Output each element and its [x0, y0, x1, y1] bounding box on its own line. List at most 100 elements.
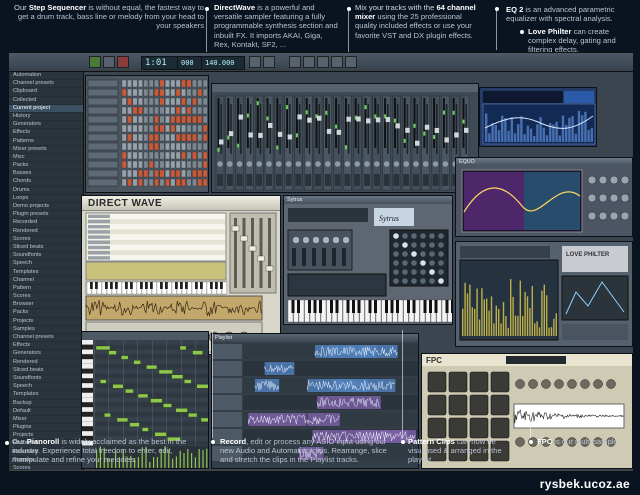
step-sequencer-grid[interactable] — [86, 76, 209, 193]
browser-item[interactable]: Effects — [9, 342, 83, 351]
browser-item[interactable]: Channel presets — [9, 80, 83, 89]
browser-item[interactable]: Channel presets — [9, 334, 83, 343]
browser-item[interactable]: Collected — [9, 97, 83, 105]
parametric-eq-display[interactable] — [456, 166, 633, 237]
browser-item[interactable]: Packs — [9, 162, 83, 171]
browser-item[interactable]: Sliced beats — [9, 367, 83, 375]
matrix-knob — [429, 251, 435, 257]
browser-item[interactable]: Scores — [9, 236, 83, 244]
browser-item[interactable]: Pattern — [9, 285, 83, 294]
sytrus-panel[interactable]: Sytrus — [284, 204, 453, 325]
browser-item[interactable]: Current project — [9, 104, 83, 113]
toolbar-button[interactable] — [345, 56, 357, 68]
caption-leader-line — [212, 330, 213, 438]
toolbar-button[interactable] — [317, 56, 329, 68]
tempo-display[interactable]: 140.000 — [201, 56, 245, 70]
browser-item[interactable]: Soundfonts — [9, 375, 83, 384]
browser-item[interactable]: Speech — [9, 260, 83, 269]
browser-item[interactable]: Effects — [9, 129, 83, 138]
step-button — [186, 160, 192, 169]
browser-item[interactable]: Speech — [9, 383, 83, 392]
browser-item[interactable]: Backup — [9, 400, 83, 408]
browser-item[interactable]: Sliced beats — [9, 244, 83, 253]
browser-item[interactable]: Channel — [9, 277, 83, 285]
toolbar-button[interactable] — [331, 56, 343, 68]
spectrum-bar — [517, 124, 520, 142]
love-philter-panel[interactable]: LOVE PHILTER — [456, 242, 633, 347]
fader — [277, 131, 283, 137]
play-button[interactable] — [89, 56, 101, 68]
browser-item[interactable]: Plugin presets — [9, 211, 83, 220]
browser-item[interactable]: Drums — [9, 187, 83, 195]
note — [154, 432, 167, 437]
step-sequencer-window[interactable] — [85, 75, 209, 193]
step-button — [186, 151, 192, 160]
meter — [295, 98, 298, 148]
browser-item[interactable]: Generators — [9, 121, 83, 130]
browser-item[interactable]: Patterns — [9, 138, 83, 146]
browser-item[interactable]: Projects — [9, 318, 83, 326]
grid-line — [108, 340, 109, 446]
fader-track — [318, 104, 320, 154]
eq2-window[interactable] — [479, 87, 597, 147]
slider — [332, 248, 336, 266]
meter — [374, 98, 377, 148]
record-button[interactable] — [117, 56, 129, 68]
mixer-window[interactable] — [211, 83, 479, 193]
song-mode-button[interactable] — [263, 56, 275, 68]
step-button — [143, 97, 149, 106]
browser-item[interactable]: Basses — [9, 170, 83, 179]
fader — [444, 137, 449, 143]
knob — [620, 193, 630, 203]
browser-item[interactable]: Rendered — [9, 228, 83, 236]
step-button — [148, 169, 154, 178]
step-button — [121, 151, 127, 160]
browser-item[interactable]: Default — [9, 408, 83, 416]
browser-item[interactable]: Templates — [9, 391, 83, 400]
matrix-knob — [420, 278, 426, 284]
love-philter-window[interactable]: LOVE PHILTER — [455, 241, 633, 347]
browser-item[interactable]: Scores — [9, 465, 83, 470]
piano-key-black — [185, 282, 188, 289]
browser-item[interactable]: Rendered — [9, 359, 83, 367]
browser-item[interactable]: Mixer — [9, 416, 83, 425]
browser-item[interactable]: Loops — [9, 195, 83, 203]
fader — [415, 140, 420, 146]
browser-item[interactable]: Browser — [9, 301, 83, 310]
browser-item[interactable]: Automation — [9, 72, 83, 81]
pan-knob — [383, 161, 390, 167]
browser-item[interactable]: Mixer presets — [9, 146, 83, 154]
browser-item[interactable]: Clipboard — [9, 88, 83, 97]
note — [104, 412, 111, 418]
browser-item[interactable]: Recorded — [9, 219, 83, 228]
browser-item[interactable]: Packs — [9, 309, 83, 318]
mixer-channels[interactable] — [212, 84, 479, 193]
browser-item[interactable]: Templates — [9, 269, 83, 277]
browser-item[interactable]: Plugins — [9, 424, 83, 433]
browser-item[interactable]: Scores — [9, 293, 83, 302]
browser-item[interactable]: History — [9, 113, 83, 122]
stop-button[interactable] — [103, 56, 115, 68]
pattern-mode-button[interactable] — [249, 56, 261, 68]
step-button — [170, 115, 176, 124]
matrix-knob — [402, 269, 408, 275]
browser-item[interactable]: Soundfonts — [9, 252, 83, 261]
step-button — [197, 79, 203, 88]
browser-item[interactable]: Demo projects — [9, 203, 83, 212]
browser-item[interactable]: Generators — [9, 350, 83, 359]
toolbar-button[interactable] — [289, 56, 301, 68]
sample-browser[interactable]: Automation Channel presets Clipboard Collec… — [9, 72, 84, 470]
parametric-eq-window[interactable]: EQUO — [455, 157, 633, 237]
sytrus-window[interactable]: Sytrus Sytrus — [283, 195, 453, 325]
knob — [528, 379, 538, 389]
browser-item[interactable]: Samples — [9, 326, 83, 334]
browser-item[interactable]: Chords — [9, 178, 83, 187]
fader — [395, 123, 400, 129]
channel-button — [87, 106, 119, 115]
browser-item[interactable]: Misc — [9, 154, 83, 163]
step-button — [121, 124, 127, 133]
step-button — [197, 178, 203, 187]
toolbar-button[interactable] — [303, 56, 315, 68]
eq2-display[interactable] — [480, 88, 597, 147]
matrix-knob — [438, 278, 444, 284]
